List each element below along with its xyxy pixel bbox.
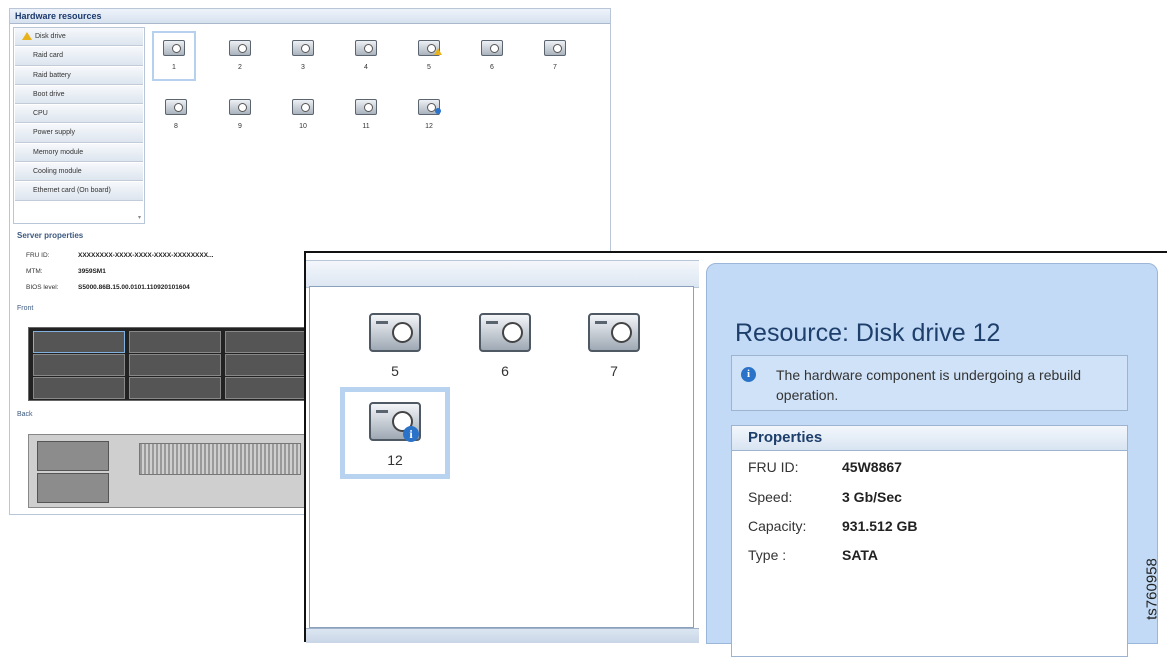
front-label: Front (17, 305, 34, 312)
disk-grid-small: 1 2 3 4 5 6 7 8 9 10 11 12 (147, 27, 607, 222)
server-back-image (28, 434, 330, 508)
nav-item-raid-battery[interactable]: Raid battery (15, 66, 143, 85)
resource-detail-panel: Resource: Disk drive 12 i The hardware c… (706, 263, 1158, 657)
disk-item[interactable]: 9 (220, 92, 260, 130)
warning-icon (22, 32, 32, 40)
disk-item[interactable]: 7 (564, 303, 664, 379)
disk-drive-icon (369, 313, 421, 352)
disk-drive-icon (292, 40, 314, 56)
figure-id-tag: ts760958 (1143, 558, 1161, 620)
server-front-image (28, 327, 330, 401)
drive-bay[interactable] (129, 377, 221, 399)
disk-item[interactable]: 12 (409, 92, 449, 130)
info-icon: i (741, 367, 756, 382)
window-title: Hardware resources (10, 9, 610, 24)
disk-item[interactable]: 11 (346, 92, 386, 130)
disk-drive-icon (481, 40, 503, 56)
nav-item-cooling-module[interactable]: Cooling module (15, 163, 143, 182)
nav-item-disk-drive[interactable]: Disk drive (15, 28, 143, 47)
info-icon: i (403, 426, 419, 442)
nav-item-ethernet-card[interactable]: Ethernet card (On board) (15, 182, 143, 201)
drive-bay[interactable] (33, 354, 125, 376)
info-icon (435, 108, 441, 114)
property-row: Capacity: 931.512 GB (748, 518, 918, 534)
property-row: Type : SATA (748, 547, 879, 563)
disk-drive-icon (588, 313, 640, 352)
back-label: Back (17, 411, 33, 418)
bios-row: BIOS level: S5000.86B.15.00.0101.11092010… (26, 284, 190, 291)
disk-item[interactable]: 1 (152, 31, 196, 81)
disk-drive-icon (229, 99, 251, 115)
power-supply-unit[interactable] (37, 473, 109, 503)
disk-item[interactable]: 6 (455, 303, 555, 379)
server-properties-title: Server properties (17, 231, 84, 240)
nav-item-raid-card[interactable]: Raid card (15, 47, 143, 66)
disk-item[interactable]: 3 (283, 33, 323, 71)
disk-drive-icon (355, 40, 377, 56)
warning-icon (434, 48, 442, 55)
fru-row: FRU ID: XXXXXXXX-XXXX-XXXX-XXXX-XXXXXXXX.… (26, 252, 214, 259)
drive-bay[interactable] (33, 331, 125, 353)
disk-grid-zoomed: 5 6 7 i 12 (309, 286, 694, 628)
disk-item[interactable]: 5 (409, 33, 449, 71)
grid-footer-bar (306, 628, 699, 643)
disk-drive-icon (479, 313, 531, 352)
vent-grille (139, 443, 301, 475)
properties-title: Properties (732, 426, 1127, 451)
disk-item[interactable]: 2 (220, 33, 260, 71)
disk-drive-icon (163, 40, 185, 56)
drive-bay[interactable] (129, 331, 221, 353)
power-supply-unit[interactable] (37, 441, 109, 471)
status-message: i The hardware component is undergoing a… (731, 355, 1128, 411)
disk-drive-icon (544, 40, 566, 56)
nav-item-cpu[interactable]: CPU (15, 105, 143, 124)
grid-header-bar (306, 260, 699, 288)
disk-item[interactable]: 6 (472, 33, 512, 71)
scroll-down-icon[interactable]: ▾ (138, 214, 141, 221)
disk-drive-icon (355, 99, 377, 115)
resource-title: Resource: Disk drive 12 (735, 319, 1001, 347)
disk-item-selected[interactable]: i 12 (340, 387, 450, 479)
disk-item[interactable]: 7 (535, 33, 575, 71)
status-message-text: The hardware component is undergoing a r… (776, 367, 1082, 403)
property-row: Speed: 3 Gb/Sec (748, 489, 902, 505)
disk-drive-icon (165, 99, 187, 115)
drive-bay[interactable] (129, 354, 221, 376)
disk-drive-icon (292, 99, 314, 115)
mtm-row: MTM: 3959SM1 (26, 268, 106, 275)
disk-item[interactable]: 4 (346, 33, 386, 71)
nav-item-power-supply[interactable]: Power supply (15, 124, 143, 143)
disk-item[interactable]: 5 (345, 303, 445, 379)
drive-bay[interactable] (33, 377, 125, 399)
disk-item[interactable]: 10 (283, 92, 323, 130)
disk-drive-icon (229, 40, 251, 56)
zoomed-detail-window: 5 6 7 i 12 Resource: Disk drive 12 i The … (304, 251, 1167, 657)
disk-item[interactable]: 8 (156, 92, 196, 130)
nav-item-memory-module[interactable]: Memory module (15, 143, 143, 163)
properties-box: Properties FRU ID: 45W8867 Speed: 3 Gb/Sec… (731, 425, 1128, 657)
property-row: FRU ID: 45W8867 (748, 459, 902, 475)
resource-nav: Disk drive Raid card Raid battery Boot d… (13, 27, 145, 224)
nav-item-boot-drive[interactable]: Boot drive (15, 85, 143, 105)
